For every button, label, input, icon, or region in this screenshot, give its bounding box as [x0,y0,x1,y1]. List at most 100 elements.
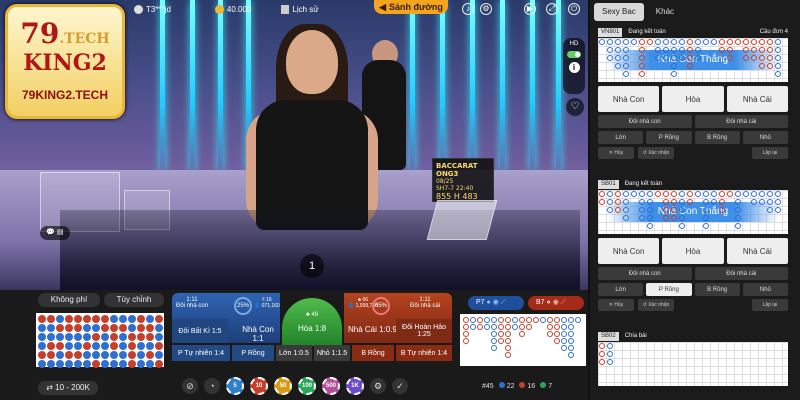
side-confirm-button[interactable]: ↺ Xác nhận [638,299,674,311]
road-bead [470,324,476,330]
bet-banker-natural[interactable]: B Tự nhiên 1:4 [396,345,452,361]
bet-player-dragon[interactable]: P Rồng [232,345,274,361]
side-cancel-button[interactable]: ✕ Hủy [598,299,634,311]
road-bead [687,39,693,45]
side-confirm-button[interactable]: ↺ Xác nhận [638,147,674,159]
bet-any-pair[interactable]: Đôi Bất Kì 1:5 [172,319,228,343]
video-icon[interactable]: ▶ [524,3,536,15]
road-bead [56,333,64,341]
road-bead [703,39,709,45]
history-link[interactable]: Lịch sử [292,5,318,14]
road-bead [561,345,567,351]
bet-small[interactable]: Nhỏ 1:1.5 [314,345,350,361]
road-bead [631,39,637,45]
road-bead [505,324,511,330]
side-bet-player-dragon[interactable]: P Rồng [646,131,692,144]
side-bet-banker-pair[interactable]: Đôi nhà cái [694,267,788,280]
road-bead [146,333,154,341]
confirm-icon[interactable]: ✓ [392,378,408,394]
road-bead [599,199,605,205]
bet-big[interactable]: Lớn 1:0.5 [276,345,312,361]
history-icon[interactable] [281,4,290,14]
road-bead [647,215,653,221]
chip-10[interactable]: 10 [250,377,268,395]
tab-other[interactable]: Khác [648,3,682,21]
chip-1k[interactable]: 1K [346,377,364,395]
chip-menu-icon[interactable]: ◔ [204,378,220,394]
road-bead [146,324,154,332]
side-bet-player[interactable]: Nhà Con [598,238,660,264]
road-bead [743,39,749,45]
side-repeat-button[interactable]: Lặp lại [752,147,788,159]
side-bet-player-pair[interactable]: Đôi nhà con [598,115,692,128]
road-bead [759,63,765,69]
side-bet-banker-dragon[interactable]: B Rồng [694,131,740,144]
bet-banker-dragon[interactable]: B Rồng [352,345,394,361]
bet-player-natural[interactable]: P Tự nhiên 1:4 [172,345,230,361]
road-bead [38,351,46,359]
lobby-button[interactable]: ◀ Sảnh đường [374,0,448,14]
tab-sexy-bac[interactable]: Sexy Bac [594,3,644,21]
side-bet-banker-pair[interactable]: Đôi nhà cái [694,115,788,128]
no-commission-tab[interactable]: Không phí [38,293,100,307]
side-bet-player[interactable]: Nhà Con [598,86,660,112]
side-bet-small[interactable]: Nhỏ [742,283,788,296]
road-bead [519,331,525,337]
side-bet-tie[interactable]: Hòa [662,86,724,112]
road-bead [92,333,100,341]
exit-icon[interactable]: ⏻ [568,3,580,15]
undo-icon[interactable]: ⊘ [182,378,198,394]
chip-50[interactable]: 50 [274,377,292,395]
player-percent: 25% [234,297,252,315]
road-bead [759,47,765,53]
road-bead [671,39,677,45]
chip-100[interactable]: 100 [298,377,316,395]
side-cancel-button[interactable]: ✕ Hủy [598,147,634,159]
road-bead [615,199,621,205]
bet-limit[interactable]: ⇄ 10 - 200K [38,381,98,395]
sound-icon[interactable]: ♪ [462,3,474,15]
side-bet-banker[interactable]: Nhà Cái [726,86,788,112]
banker-road-toggle[interactable]: B7 ● ◉ ⟋ [528,296,584,310]
road-bead [639,63,645,69]
side-repeat-button[interactable]: Lặp lại [752,299,788,311]
road-bead [607,39,613,45]
road-bead [703,215,709,221]
road-bead [671,191,677,197]
bet-tie[interactable]: ♣ 46 Hòa 1:8 [282,298,342,346]
side-bet-player-dragon[interactable]: P Rồng [646,283,692,296]
side-table-2: SB02 Chia bài [598,330,788,386]
chat-button[interactable]: 💬 ▤ [40,226,70,240]
hd-label: HD [569,41,579,47]
side-bet-banker-dragon[interactable]: B Rồng [694,283,740,296]
road-bead [759,39,765,45]
road-bead [155,360,163,368]
road-bead [703,199,709,205]
favorite-heart-icon[interactable]: ♡ [566,98,584,116]
road-bead [607,359,613,365]
side-bet-big[interactable]: Lớn [598,283,644,296]
player-road-toggle[interactable]: P7 ● ◉ ⟋ [468,296,524,310]
side-bet-player-pair[interactable]: Đôi nhà con [598,267,692,280]
road-bead [719,39,725,45]
info-icon[interactable]: i [568,62,580,73]
road-bead [540,317,546,323]
road-bead [83,324,91,332]
road-bead [65,360,73,368]
side-bet-big[interactable]: Lớn [598,131,644,144]
side-bet-banker[interactable]: Nhà Cái [726,238,788,264]
road-bead [767,191,773,197]
fullscreen-icon[interactable]: ⤢ [546,3,558,15]
settings-icon[interactable]: ⚙ [480,3,492,15]
video-toggle[interactable] [567,51,581,58]
chip-5[interactable]: 5 [226,377,244,395]
road-bead [695,55,701,61]
bet-perfect-pair[interactable]: Đôi Hoàn Hảo 1:25 [396,319,452,343]
custom-tab[interactable]: Tùy chỉnh [104,293,164,307]
logo-text-79: 79 [20,17,60,50]
chip-500[interactable]: 500 [322,377,340,395]
side-bet-small[interactable]: Nhỏ [742,131,788,144]
side-bet-tie[interactable]: Hòa [662,238,724,264]
road-bead [526,324,532,330]
settings-gear-icon[interactable]: ⚙ [370,378,386,394]
